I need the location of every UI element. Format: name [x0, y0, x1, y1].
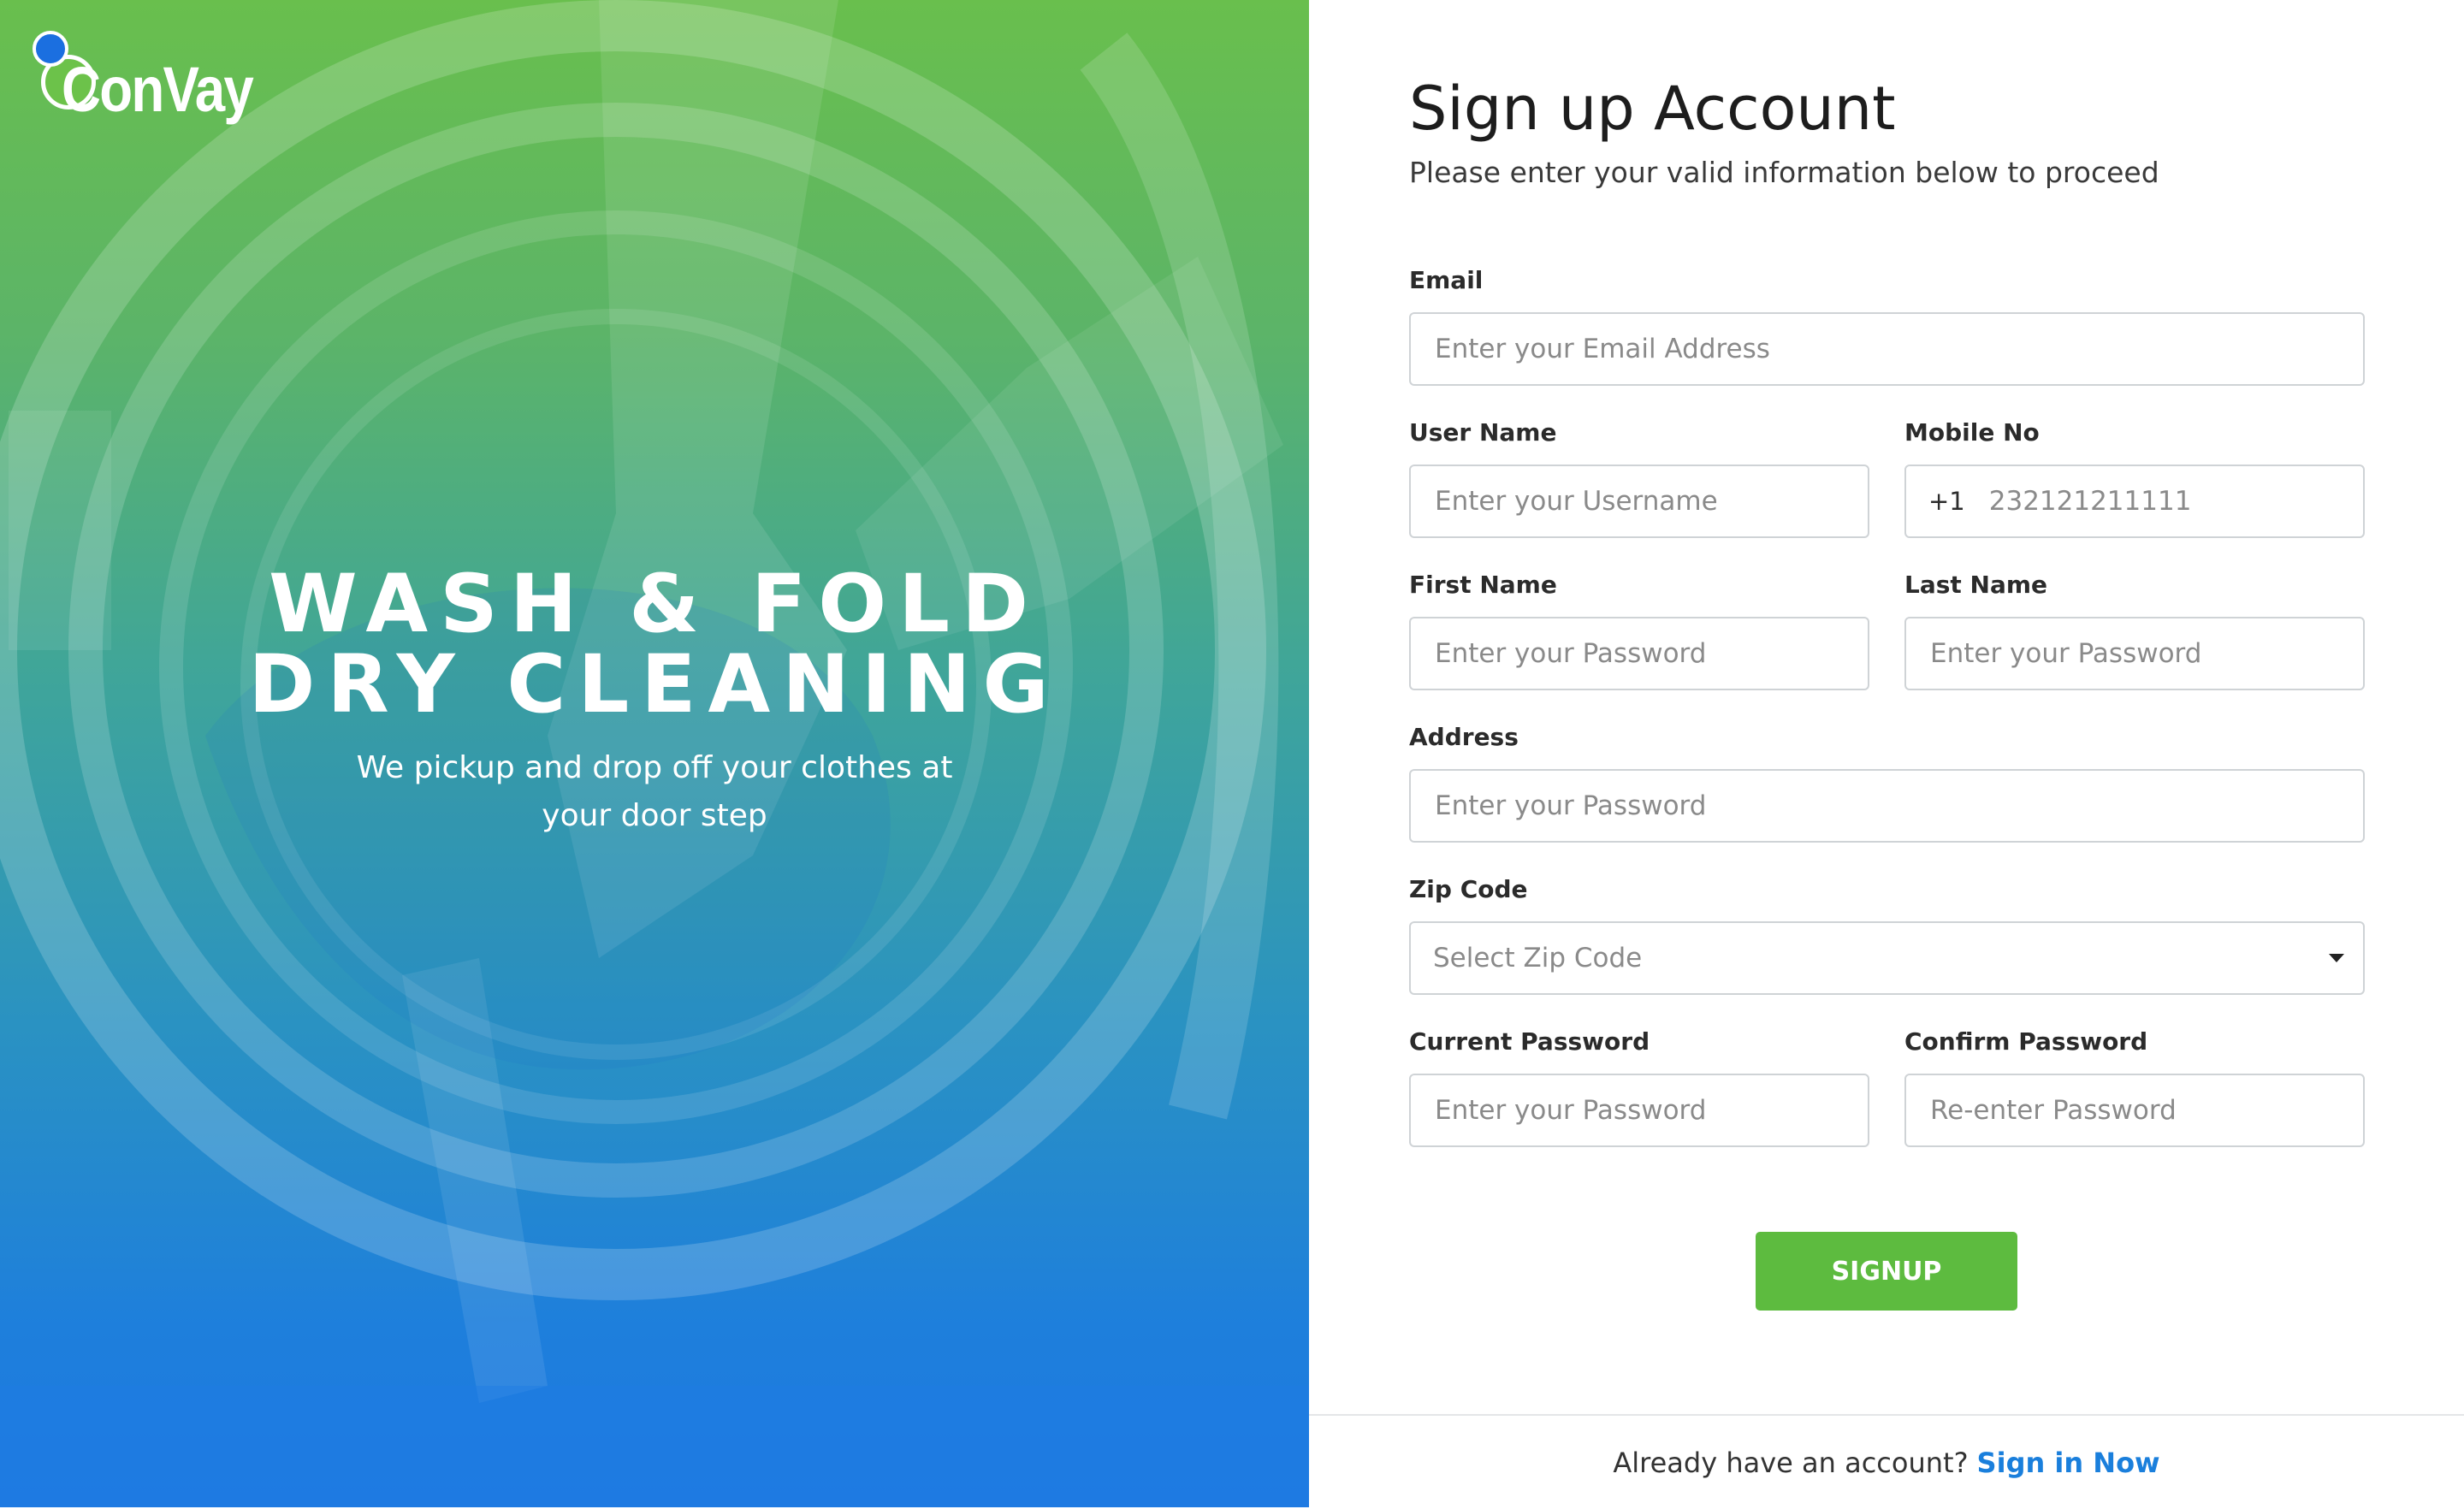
address-box — [1409, 769, 2365, 843]
page-title: Sign up Account — [1409, 74, 1896, 144]
mobile-input[interactable] — [1987, 485, 2363, 518]
last-name-input[interactable] — [1928, 637, 2363, 670]
username-label: User Name — [1409, 418, 1557, 447]
email-input[interactable] — [1433, 333, 2363, 365]
address-field-group: Address — [1409, 720, 2365, 843]
signin-prompt: Already have an account? — [1613, 1446, 1969, 1479]
username-input[interactable] — [1433, 485, 1868, 518]
current-password-box — [1409, 1074, 1869, 1147]
signup-button[interactable]: SIGNUP — [1756, 1232, 2017, 1311]
first-name-box — [1409, 617, 1869, 690]
last-name-label: Last Name — [1904, 571, 2048, 599]
confirm-password-input[interactable] — [1928, 1094, 2363, 1127]
address-label: Address — [1409, 723, 1519, 751]
hero-headline-line2: DRY CLEANING — [248, 638, 1061, 731]
mobile-field-group: Mobile No +1 — [1904, 416, 2365, 538]
current-password-label: Current Password — [1409, 1027, 1650, 1056]
hero-headline-line1: WASH & FOLD — [268, 558, 1041, 651]
confirm-password-field-group: Confirm Password — [1904, 1025, 2365, 1147]
zip-code-select[interactable]: Select Zip Code — [1409, 921, 2365, 995]
zip-code-selected-value: Select Zip Code — [1433, 943, 1643, 973]
first-name-input[interactable] — [1433, 637, 1868, 670]
email-label: Email — [1409, 266, 1484, 294]
last-name-box — [1904, 617, 2365, 690]
username-box — [1409, 465, 1869, 538]
page-subtitle: Please enter your valid information belo… — [1409, 156, 2159, 189]
chevron-down-icon — [2329, 954, 2344, 962]
confirm-password-label: Confirm Password — [1904, 1027, 2148, 1056]
email-field-group: Email — [1409, 263, 2365, 386]
zip-label: Zip Code — [1409, 875, 1528, 903]
last-name-field-group: Last Name — [1904, 568, 2365, 690]
logo-wordmark: ConVay — [62, 54, 254, 125]
country-code-prefix[interactable]: +1 — [1928, 487, 1965, 516]
hero-subtitle: We pickup and drop off your clothes at y… — [356, 750, 953, 833]
mobile-box: +1 — [1904, 465, 2365, 538]
current-password-input[interactable] — [1433, 1094, 1868, 1127]
email-box — [1409, 312, 2365, 386]
confirm-password-box — [1904, 1074, 2365, 1147]
signup-panel: Sign up Account Please enter your valid … — [1309, 0, 2464, 1507]
hero-panel: ConVay WASH & FOLD DRY CLEANING We picku… — [0, 0, 1309, 1507]
sign-in-link[interactable]: Sign in Now — [1977, 1447, 2160, 1479]
current-password-field-group: Current Password — [1409, 1025, 1869, 1147]
convay-logo[interactable]: ConVay — [33, 31, 255, 125]
address-input[interactable] — [1433, 790, 2363, 822]
signin-footer: Already have an account? Sign in Now — [1309, 1414, 2464, 1509]
zip-field-group: Zip Code Select Zip Code — [1409, 873, 2365, 995]
username-field-group: User Name — [1409, 416, 1869, 538]
first-name-field-group: First Name — [1409, 568, 1869, 690]
hero-headline: WASH & FOLD DRY CLEANING — [0, 565, 1309, 725]
first-name-label: First Name — [1409, 571, 1557, 599]
mobile-label: Mobile No — [1904, 418, 2040, 447]
